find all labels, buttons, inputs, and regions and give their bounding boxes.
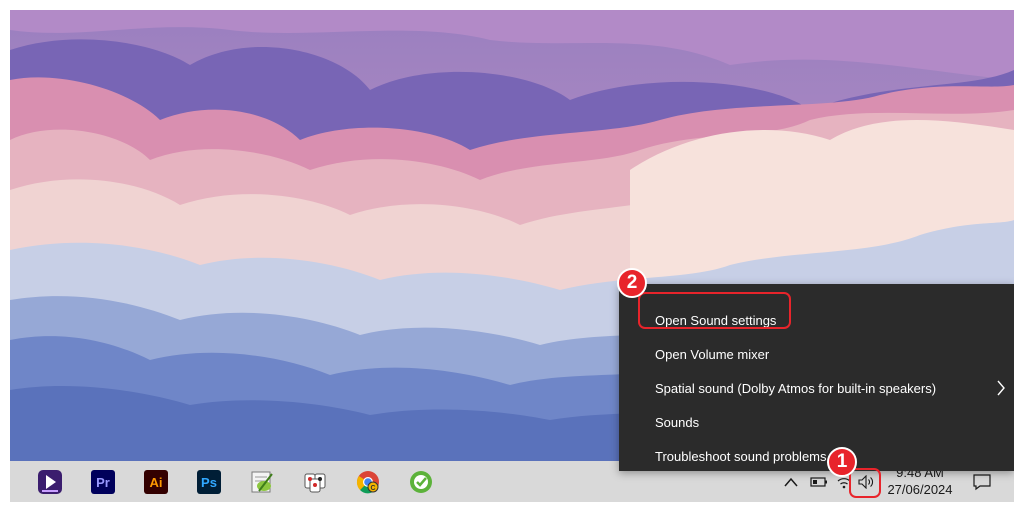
illustrator-icon: Ai [144,470,168,494]
menu-item-troubleshoot[interactable]: Troubleshoot sound problems [619,441,1014,471]
chrome-icon: C [356,471,379,494]
show-hidden-icons-button[interactable] [782,470,800,494]
menu-item-label: Spatial sound (Dolby Atmos for built-in … [655,380,937,396]
battery-button[interactable] [807,470,831,494]
step-2-badge: 2 [617,268,647,298]
notepad-icon [251,471,273,493]
svg-text:C: C [370,485,375,492]
taskbar-app-stream[interactable] [32,467,68,497]
cards-icon [304,473,326,493]
taskbar-app-premiere[interactable]: Pr [85,467,121,497]
taskbar-app-photoshop[interactable]: Ps [191,467,227,497]
highlight-volume-icon [849,468,881,498]
menu-item-spatial-sound[interactable]: Spatial sound (Dolby Atmos for built-in … [619,373,1014,403]
premiere-pro-icon: Pr [91,470,115,494]
taskbar-app-notepad[interactable] [244,467,280,497]
desktop-screen: Pr Ai Ps C 9:48 AM 27/06/2024 Open Sound… [10,10,1014,502]
check-circle-icon [410,471,432,493]
action-center-button[interactable] [968,470,996,494]
menu-item-label: Sounds [655,414,700,430]
menu-item-label: Troubleshoot sound problems [655,448,827,464]
battery-icon [810,477,827,487]
taskbar-app-green[interactable] [403,467,439,497]
chevron-up-icon [784,477,798,487]
play-icon [38,470,62,494]
menu-item-label: Open Volume mixer [655,346,770,362]
chevron-right-icon [997,380,1005,396]
taskbar-app-illustrator[interactable]: Ai [138,467,174,497]
notification-icon [973,474,991,491]
menu-item-open-volume-mixer[interactable]: Open Volume mixer [619,339,1014,369]
taskbar-app-cards[interactable] [297,467,333,497]
highlight-open-sound-settings [638,292,791,329]
menu-item-sounds[interactable]: Sounds [619,407,1014,437]
taskbar-app-chrome[interactable]: C [350,467,386,497]
clock-date: 27/06/2024 [887,482,953,497]
step-1-badge: 1 [827,447,857,477]
photoshop-icon: Ps [197,470,221,494]
